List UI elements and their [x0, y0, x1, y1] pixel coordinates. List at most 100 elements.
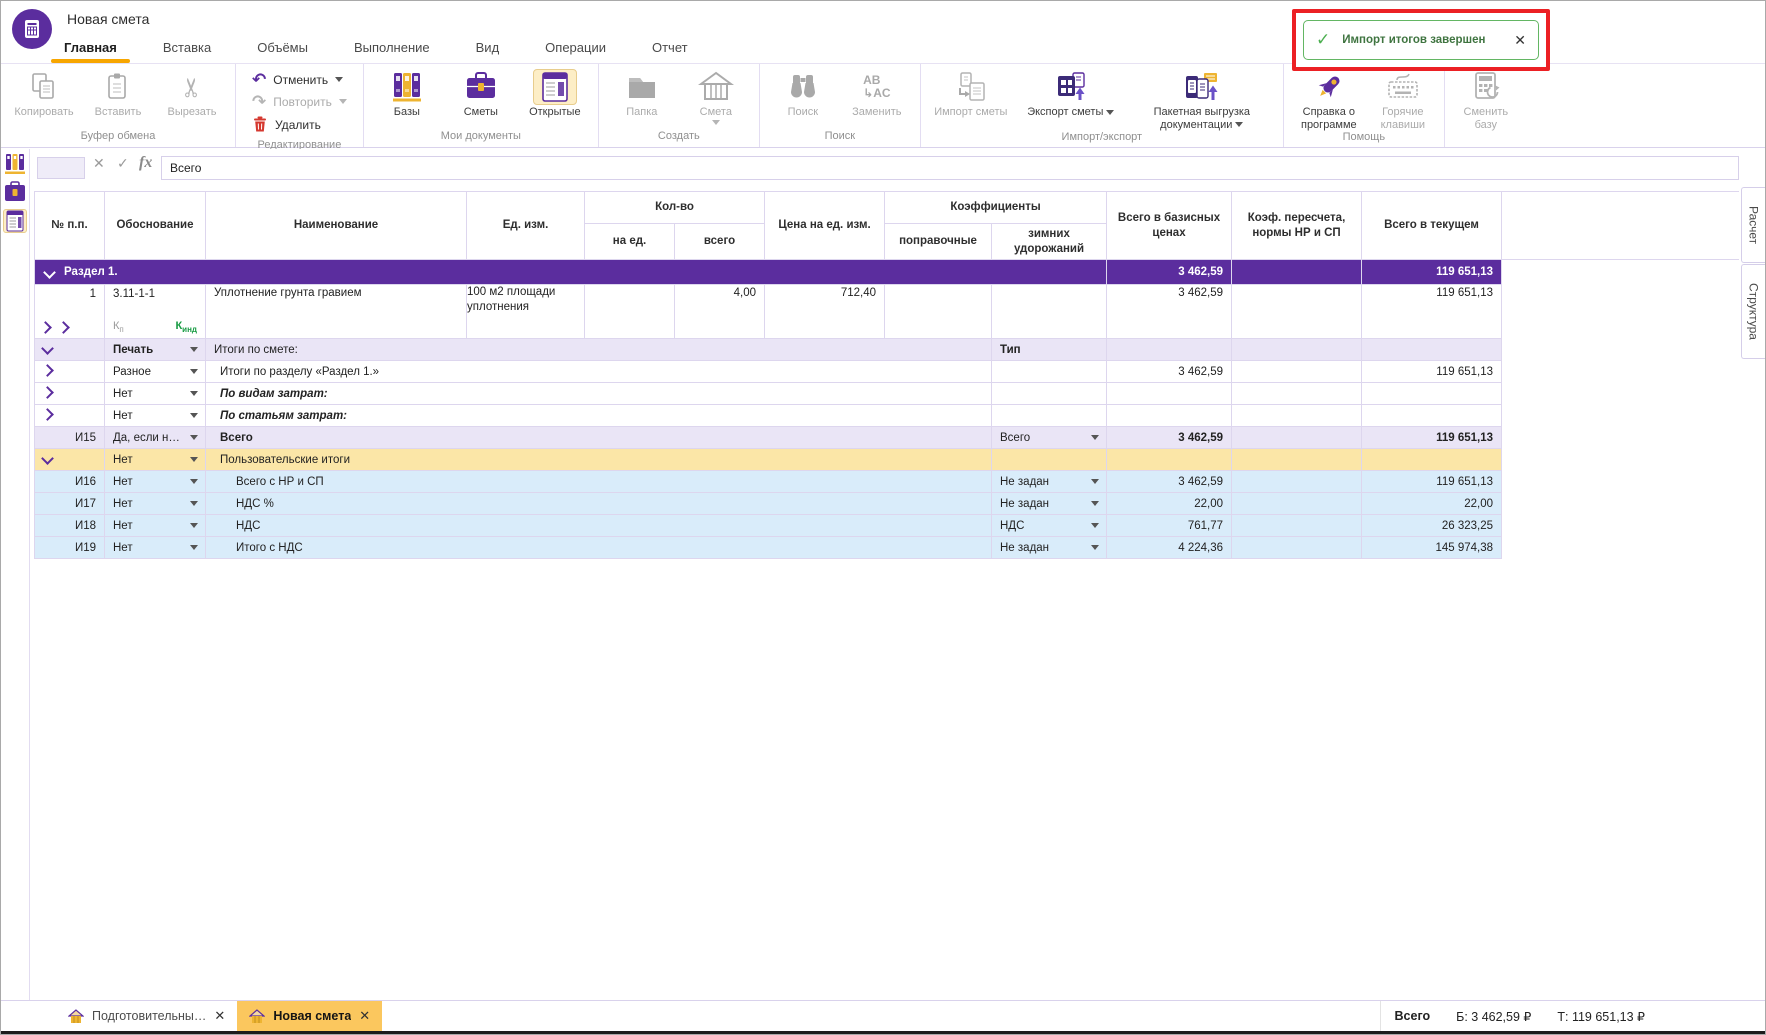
summary-total-current-cell[interactable]: [1362, 383, 1502, 405]
summary-total-base-cell[interactable]: 3 462,59: [1107, 427, 1232, 449]
estimates-button[interactable]: Сметы: [444, 67, 518, 119]
cut-button[interactable]: ✂ Вырезать: [155, 67, 229, 119]
summary-total-current-cell[interactable]: 22,00: [1362, 493, 1502, 515]
summary-num-cell[interactable]: [35, 449, 105, 471]
hotkeys-button[interactable]: Горячие клавиши: [1368, 67, 1438, 131]
summary-total-current-cell[interactable]: 119 651,13: [1362, 427, 1502, 449]
summary-num-cell[interactable]: [35, 361, 105, 383]
new-folder-button[interactable]: Папка: [605, 67, 679, 119]
ribbon-tab[interactable]: Вставка: [150, 31, 224, 63]
summary-conv-cell[interactable]: [1232, 383, 1362, 405]
fx-icon[interactable]: fx: [139, 154, 152, 172]
formula-input[interactable]: Всего: [161, 156, 1739, 180]
tab-close-icon[interactable]: ✕: [359, 1008, 370, 1024]
summary-type-cell[interactable]: [992, 405, 1107, 427]
item-unit-cell[interactable]: 100 м2 площади уплотнения: [467, 285, 585, 339]
chevron-down-icon[interactable]: [41, 342, 54, 355]
delete-button[interactable]: Удалить: [252, 115, 347, 135]
section-title-cell[interactable]: Раздел 1.: [35, 260, 1107, 285]
print-mode-dropdown[interactable]: Нет: [105, 515, 205, 536]
summary-type-cell[interactable]: Не задан: [992, 537, 1107, 559]
summary-name-cell[interactable]: По статьям затрат:: [206, 405, 992, 427]
summary-type-cell[interactable]: [992, 361, 1107, 383]
summary-num-cell[interactable]: [35, 339, 105, 361]
item-conv-cell[interactable]: [1232, 285, 1362, 339]
summary-conv-cell[interactable]: [1232, 515, 1362, 537]
summary-name-cell[interactable]: По видам затрат:: [206, 383, 992, 405]
bases-button[interactable]: Базы: [370, 67, 444, 119]
document-tab[interactable]: Подготовительны…✕: [56, 1001, 237, 1031]
chevron-right-icon[interactable]: [41, 364, 54, 377]
summary-num-cell[interactable]: И19: [35, 537, 105, 559]
type-dropdown[interactable]: Не задан: [992, 493, 1106, 514]
document-tab[interactable]: Новая смета✕: [237, 1001, 382, 1031]
import-estimate-button[interactable]: Импорт сметы: [927, 67, 1015, 119]
section-conv-cell[interactable]: [1232, 260, 1362, 285]
summary-total-base-cell[interactable]: 3 462,59: [1107, 471, 1232, 493]
summary-total-base-cell[interactable]: 3 462,59: [1107, 361, 1232, 383]
summary-total-base-cell[interactable]: [1107, 405, 1232, 427]
batch-export-button[interactable]: Пакетная выгрузка документации: [1127, 67, 1277, 131]
summary-total-current-cell[interactable]: [1362, 339, 1502, 361]
summary-name-cell[interactable]: Итоги по смете:: [206, 339, 992, 361]
formula-apply-icon[interactable]: ✓: [117, 155, 129, 172]
undo-button[interactable]: ↶ Отменить: [252, 71, 347, 88]
new-estimate-caret[interactable]: [712, 120, 720, 125]
paste-button[interactable]: Вставить: [81, 67, 155, 119]
type-dropdown[interactable]: Всего: [992, 427, 1106, 448]
summary-total-current-cell[interactable]: [1362, 405, 1502, 427]
toast-close-icon[interactable]: ✕: [1514, 32, 1526, 49]
open-documents-button[interactable]: Открытые: [518, 67, 592, 119]
strip-open-documents-icon[interactable]: [3, 209, 27, 233]
item-coef-winter-cell[interactable]: [992, 285, 1107, 339]
section-total-base-cell[interactable]: 3 462,59: [1107, 260, 1232, 285]
new-estimate-button[interactable]: Смета: [679, 67, 753, 125]
item-justification-cell[interactable]: 3.11-1-1КпКинд: [105, 285, 206, 339]
item-price-cell[interactable]: 712,40: [765, 285, 885, 339]
summary-name-cell[interactable]: Всего с НР и СП: [206, 471, 992, 493]
item-total-base-cell[interactable]: 3 462,59: [1107, 285, 1232, 339]
chevron-right-icon[interactable]: [41, 386, 54, 399]
print-mode-dropdown[interactable]: Нет: [105, 405, 205, 426]
search-button[interactable]: Поиск: [766, 67, 840, 119]
chevron-right-icon[interactable]: [41, 408, 54, 421]
side-tab-structure[interactable]: Структура: [1741, 264, 1765, 359]
section-total-current-cell[interactable]: 119 651,13: [1362, 260, 1502, 285]
redo-dropdown-caret[interactable]: [339, 99, 347, 104]
chevron-down-icon[interactable]: [41, 452, 54, 465]
summary-total-base-cell[interactable]: 22,00: [1107, 493, 1232, 515]
redo-button[interactable]: ↷ Повторить: [252, 93, 347, 110]
ribbon-tab[interactable]: Объёмы: [244, 31, 321, 63]
print-mode-dropdown[interactable]: Да, если н…: [105, 427, 205, 448]
summary-conv-cell[interactable]: [1232, 339, 1362, 361]
strip-estimates-icon[interactable]: [3, 181, 27, 203]
print-mode-dropdown[interactable]: Нет: [105, 537, 205, 558]
ribbon-tab[interactable]: Выполнение: [341, 31, 443, 63]
summary-name-cell[interactable]: НДС: [206, 515, 992, 537]
summary-conv-cell[interactable]: [1232, 471, 1362, 493]
summary-total-current-cell[interactable]: [1362, 449, 1502, 471]
print-mode-dropdown[interactable]: Разное: [105, 361, 205, 382]
summary-type-cell[interactable]: Всего: [992, 427, 1107, 449]
chevron-down-icon[interactable]: [43, 266, 56, 279]
summary-conv-cell[interactable]: [1232, 537, 1362, 559]
summary-total-current-cell[interactable]: 26 323,25: [1362, 515, 1502, 537]
summary-num-cell[interactable]: И18: [35, 515, 105, 537]
item-qty-total-cell[interactable]: 4,00: [675, 285, 765, 339]
summary-type-cell[interactable]: Тип: [992, 339, 1107, 361]
summary-total-current-cell[interactable]: 119 651,13: [1362, 361, 1502, 383]
summary-num-cell[interactable]: И15: [35, 427, 105, 449]
item-total-current-cell[interactable]: 119 651,13: [1362, 285, 1502, 339]
print-mode-dropdown[interactable]: Нет: [105, 493, 205, 514]
export-estimate-button[interactable]: Экспорт сметы: [1015, 67, 1127, 119]
summary-type-cell[interactable]: Не задан: [992, 471, 1107, 493]
ribbon-tab[interactable]: Операции: [532, 31, 619, 63]
summary-name-cell[interactable]: НДС %: [206, 493, 992, 515]
cell-reference-box[interactable]: [37, 157, 85, 179]
chevron-right-icon[interactable]: [39, 321, 52, 334]
summary-total-current-cell[interactable]: 119 651,13: [1362, 471, 1502, 493]
summary-total-current-cell[interactable]: 145 974,38: [1362, 537, 1502, 559]
tab-close-icon[interactable]: ✕: [214, 1008, 225, 1024]
undo-dropdown-caret[interactable]: [335, 77, 343, 82]
item-qty-per-cell[interactable]: [585, 285, 675, 339]
